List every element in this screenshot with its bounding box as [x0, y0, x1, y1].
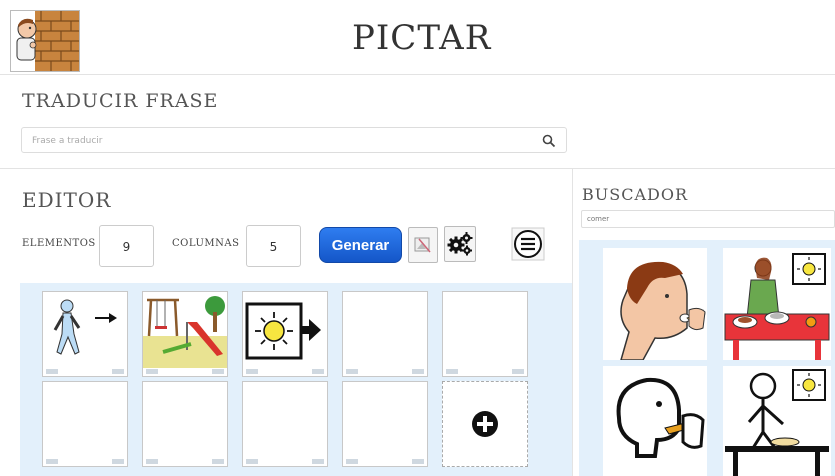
editor-title: EDITOR — [22, 188, 112, 212]
child-behind-brick-wall-icon — [11, 11, 79, 71]
walk-pictogram — [53, 299, 117, 355]
app-logo — [10, 10, 80, 72]
finder-results — [579, 240, 835, 476]
playground-pictogram — [143, 296, 227, 368]
elements-input[interactable]: 9 — [99, 225, 154, 267]
translate-search — [21, 127, 567, 153]
grid-cell[interactable] — [42, 291, 128, 377]
day-pictogram — [245, 302, 321, 360]
result-item[interactable] — [603, 366, 707, 476]
result-item[interactable] — [723, 366, 831, 476]
add-cell-button[interactable] — [442, 381, 528, 467]
search-icon[interactable] — [542, 134, 556, 148]
breakfast-pictogram — [725, 369, 829, 476]
image-edit-icon — [414, 237, 431, 253]
elements-label: ELEMENTOS — [22, 238, 96, 249]
settings-button[interactable] — [444, 226, 476, 262]
translate-title: TRADUCIR FRASE — [22, 90, 219, 112]
result-item[interactable] — [603, 248, 707, 361]
column-divider — [572, 168, 573, 476]
add-icon — [472, 411, 498, 437]
result-item[interactable] — [723, 248, 831, 360]
menu-button[interactable] — [511, 227, 545, 261]
grid-cell[interactable] — [242, 291, 328, 377]
header-divider — [0, 74, 835, 75]
grid-cell[interactable] — [42, 381, 128, 467]
grid-cell[interactable] — [242, 381, 328, 467]
translate-input[interactable] — [22, 129, 522, 153]
grid-cell[interactable] — [442, 291, 528, 377]
gears-icon — [447, 232, 473, 256]
columns-input[interactable]: 5 — [246, 225, 301, 267]
grid-cell[interactable] — [342, 381, 428, 467]
grid-cell[interactable] — [142, 381, 228, 467]
grid-cell[interactable] — [342, 291, 428, 377]
columns-label: COLUMNAS — [172, 238, 240, 249]
finder-search-input[interactable]: comer — [581, 210, 835, 228]
finder-title: BUSCADOR — [582, 185, 688, 204]
section-divider — [0, 168, 835, 169]
app-title: PICTAR — [352, 18, 492, 58]
eat-outline-pictogram — [616, 377, 705, 458]
eat-pictogram — [620, 261, 706, 361]
generate-button[interactable]: Generar — [319, 227, 402, 263]
grid-cell[interactable] — [142, 291, 228, 377]
image-edit-button[interactable] — [408, 227, 438, 263]
menu-icon — [511, 227, 545, 261]
editor-grid — [20, 283, 572, 476]
lunch-pictogram — [724, 253, 830, 360]
